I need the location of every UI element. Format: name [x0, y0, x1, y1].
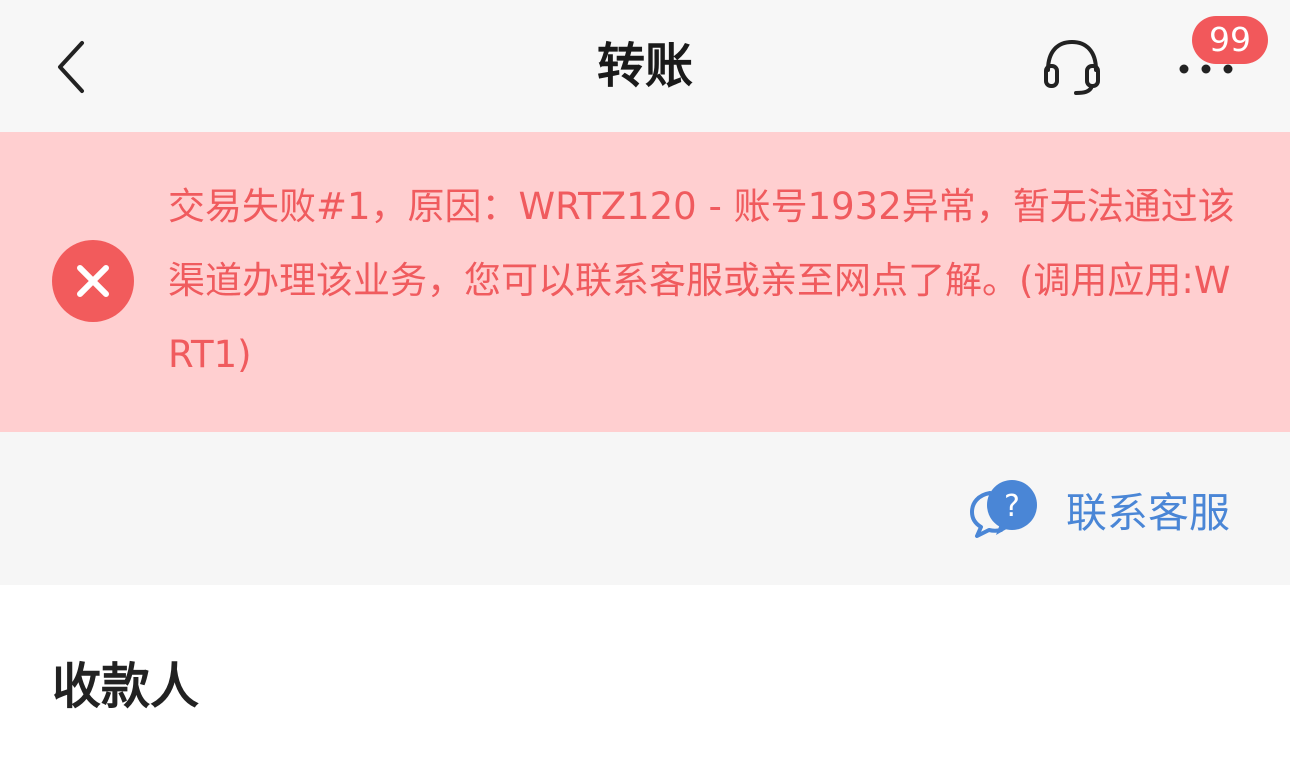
- customer-service-button[interactable]: [1038, 36, 1106, 96]
- payee-section-title: 收款人: [52, 658, 200, 715]
- top-navigation-bar: 转账 99: [0, 0, 1290, 132]
- contact-customer-service-link[interactable]: ? 联系客服: [970, 478, 1230, 540]
- contact-label: 联系客服: [1066, 489, 1230, 537]
- notification-badge: 99: [1192, 16, 1268, 64]
- error-banner: 交易失败#1，原因：WRTZ120 - 账号1932异常，暂无法通过该渠道办理该…: [0, 132, 1290, 432]
- chat-question-icon: ?: [970, 480, 1037, 538]
- headset-icon: [1044, 39, 1100, 95]
- close-circle-icon: [52, 240, 134, 322]
- more-dots-icon: [1179, 64, 1233, 74]
- contact-area: ? 联系客服: [0, 432, 1290, 585]
- payee-section: 收款人: [0, 585, 1290, 780]
- back-button[interactable]: [50, 38, 98, 96]
- error-message: 交易失败#1，原因：WRTZ120 - 账号1932异常，暂无法通过该渠道办理该…: [168, 185, 1235, 376]
- svg-text:?: ?: [1004, 489, 1020, 524]
- chevron-left-icon: [58, 41, 84, 93]
